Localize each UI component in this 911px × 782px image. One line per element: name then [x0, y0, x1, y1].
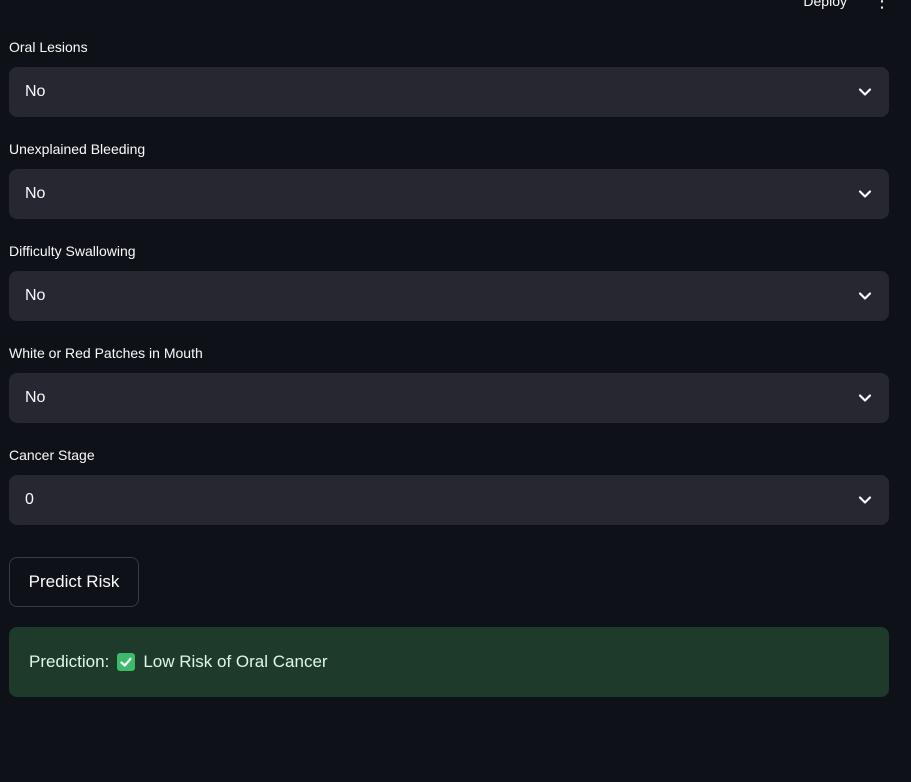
- chevron-down-icon: [857, 288, 873, 304]
- select-value: No: [25, 287, 46, 304]
- prediction-prefix: Prediction:: [29, 652, 110, 671]
- white-red-patches-select[interactable]: No: [9, 373, 889, 423]
- field-label: Oral Lesions: [9, 39, 88, 55]
- oral-lesions-select[interactable]: No: [9, 67, 889, 117]
- unexplained-bleeding-field: Unexplained Bleeding No: [9, 139, 889, 219]
- select-value: 0: [25, 491, 34, 508]
- cancer-stage-select[interactable]: 0: [9, 475, 889, 525]
- prediction-text: Low Risk of Oral Cancer: [143, 652, 328, 671]
- field-label: Cancer Stage: [9, 447, 95, 463]
- deploy-button[interactable]: Deploy: [803, 0, 847, 9]
- select-value: No: [25, 83, 46, 100]
- cancer-stage-field: Cancer Stage 0: [9, 445, 889, 525]
- more-options-icon[interactable]: ⋮: [873, 0, 891, 10]
- prediction-form: Oral Lesions No Unexplained Bleeding No …: [9, 37, 889, 547]
- field-label: Difficulty Swallowing: [9, 243, 136, 259]
- field-label: Unexplained Bleeding: [9, 141, 146, 157]
- chevron-down-icon: [857, 186, 873, 202]
- check-mark-icon: [117, 653, 136, 671]
- chevron-down-icon: [857, 84, 873, 100]
- top-bar: Deploy ⋮: [803, 0, 911, 12]
- chevron-down-icon: [857, 390, 873, 406]
- field-label: White or Red Patches in Mouth: [9, 345, 203, 361]
- prediction-result-alert: Prediction: Low Risk of Oral Cancer: [9, 627, 889, 697]
- select-value: No: [25, 389, 46, 406]
- oral-lesions-field: Oral Lesions No: [9, 37, 889, 117]
- predict-risk-button[interactable]: Predict Risk: [9, 557, 139, 607]
- select-value: No: [25, 185, 46, 202]
- white-red-patches-field: White or Red Patches in Mouth No: [9, 343, 889, 423]
- unexplained-bleeding-select[interactable]: No: [9, 169, 889, 219]
- chevron-down-icon: [857, 492, 873, 508]
- difficulty-swallowing-select[interactable]: No: [9, 271, 889, 321]
- difficulty-swallowing-field: Difficulty Swallowing No: [9, 241, 889, 321]
- app-window: Deploy ⋮ Oral Lesions No Unexplained Ble…: [0, 0, 911, 782]
